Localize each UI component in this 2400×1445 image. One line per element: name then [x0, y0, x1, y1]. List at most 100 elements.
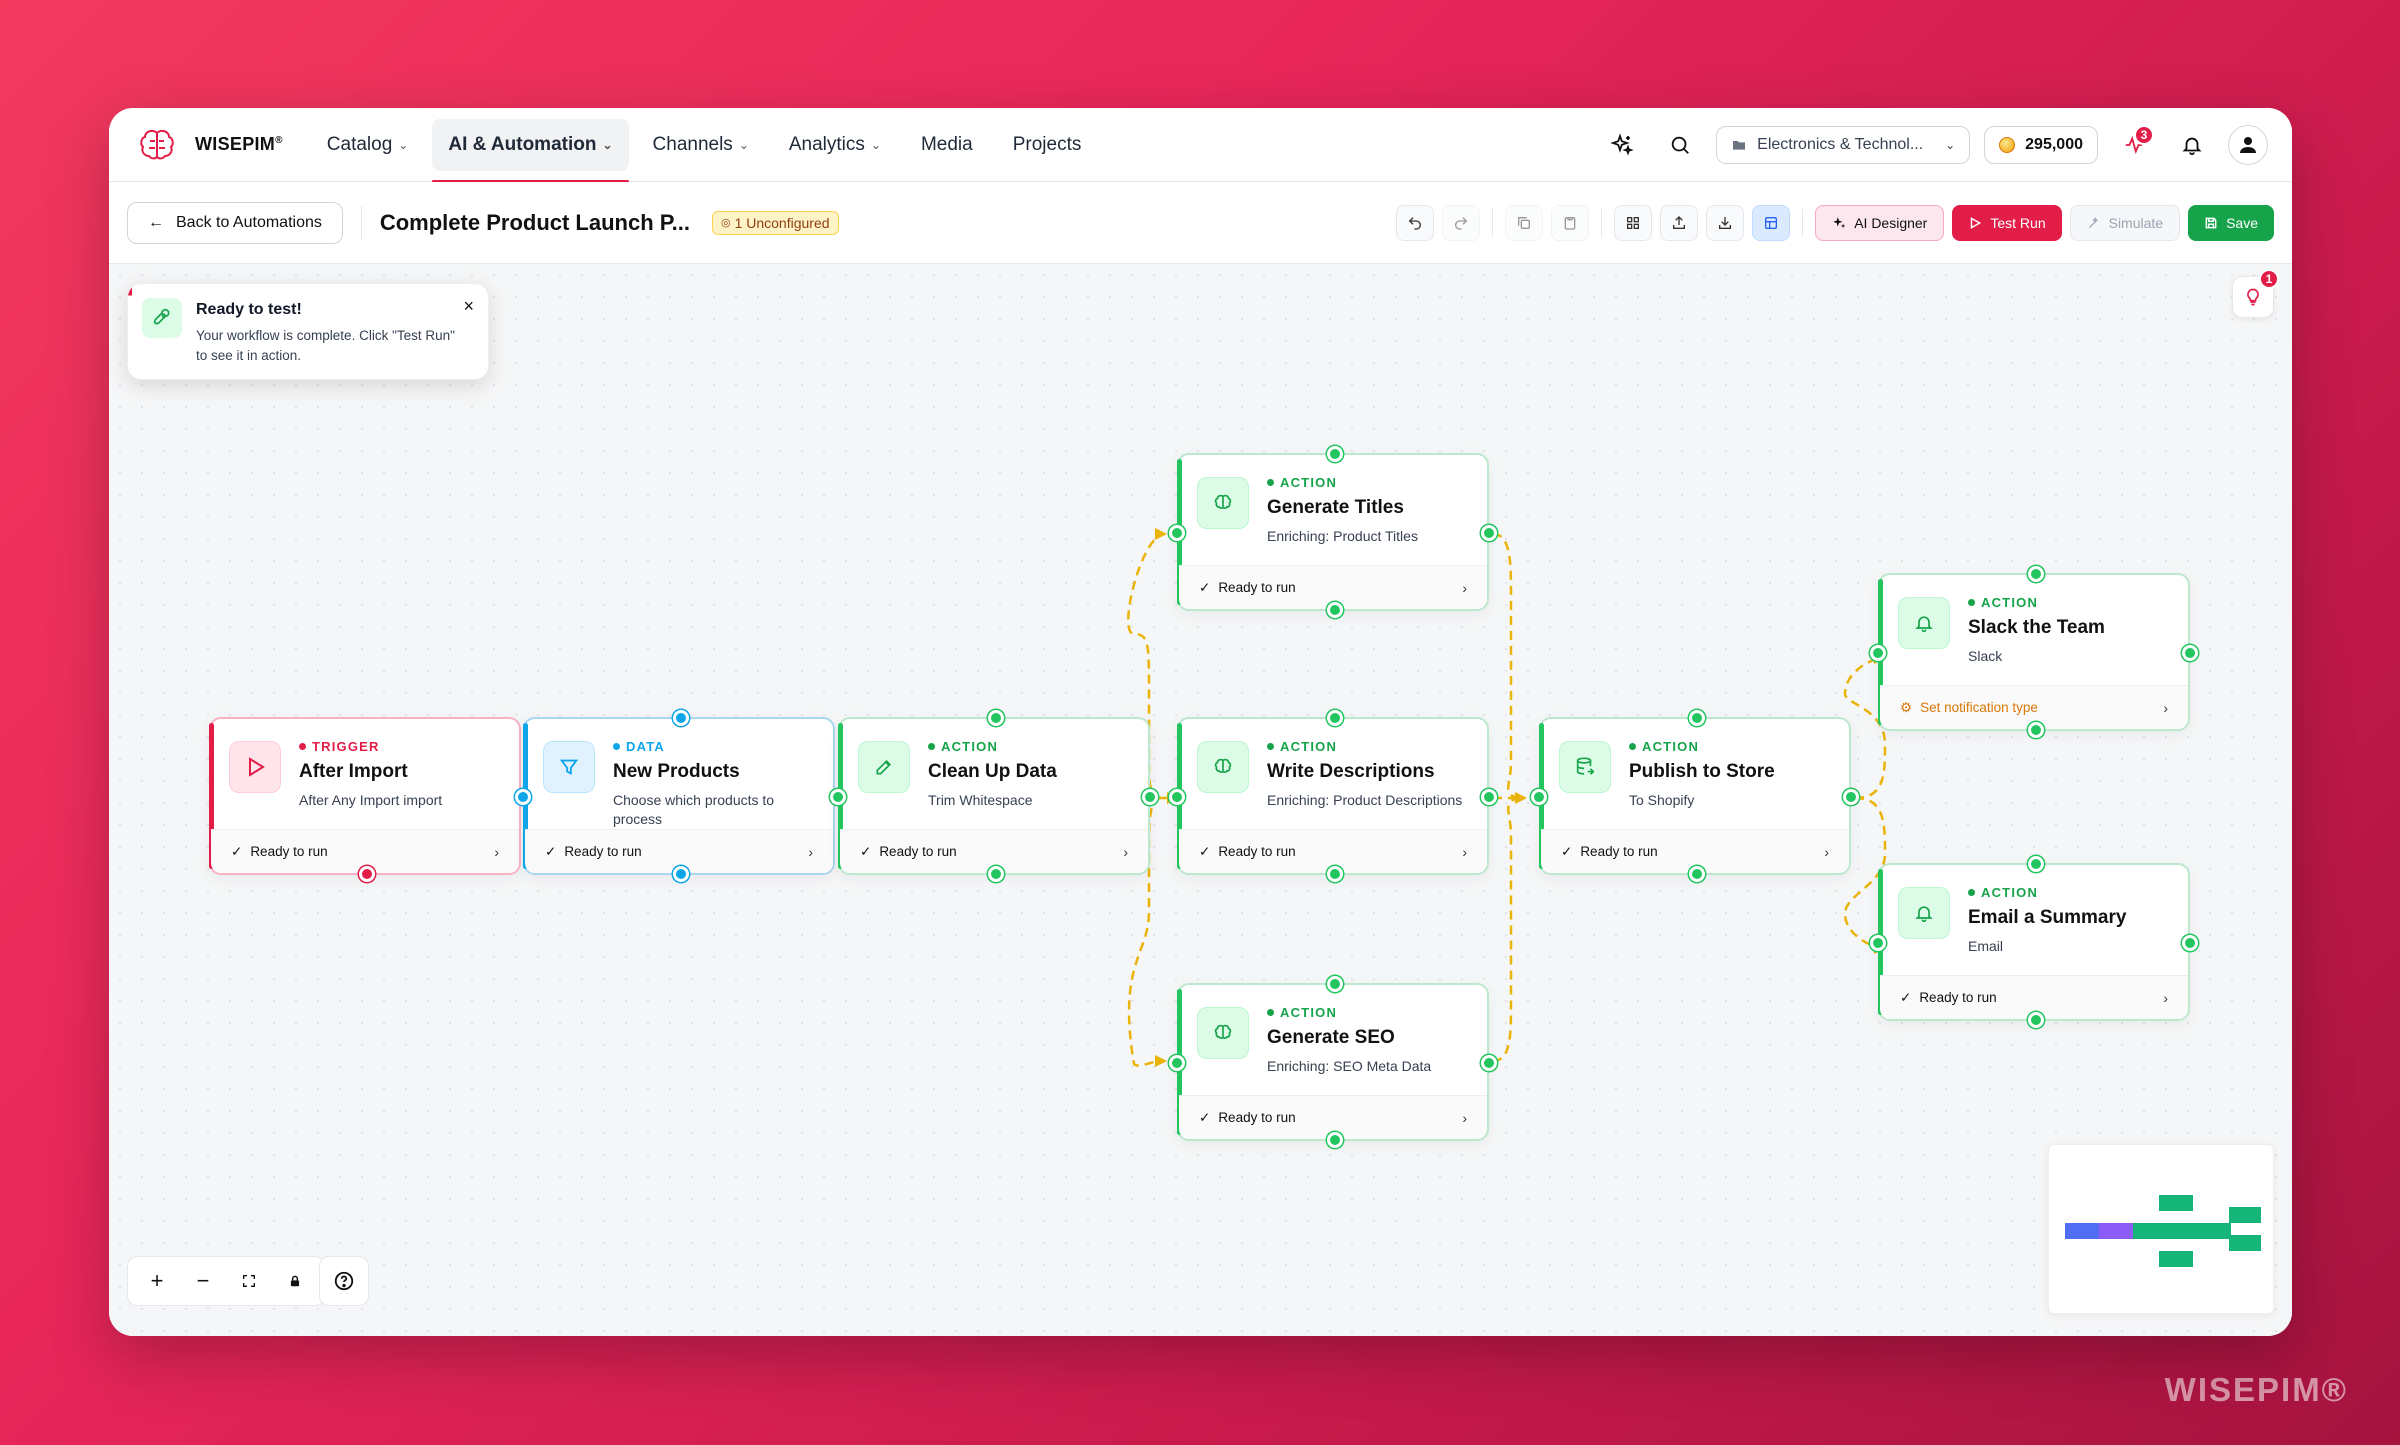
node-slack-the-team[interactable]: ACTION Slack the Team Slack ⚙ Set notific… — [1870, 566, 2198, 738]
layout-button[interactable] — [1752, 205, 1791, 241]
user-avatar[interactable] — [2228, 125, 2268, 165]
output-handle[interactable] — [1481, 1055, 1497, 1071]
zoom-in-button[interactable]: + — [134, 1258, 180, 1304]
app-window: WISEPIM® Catalog ⌄ AI & Automation ⌄ Chann… — [109, 108, 2292, 1336]
bottom-handle[interactable] — [1689, 866, 1705, 882]
chevron-right-icon: › — [2163, 699, 2168, 716]
node-type-label: ACTION — [1267, 475, 1337, 490]
test-run-button[interactable]: Test Run — [1952, 205, 2062, 241]
bottom-handle[interactable] — [1327, 1132, 1343, 1148]
credits-display[interactable]: 295,000 — [1984, 126, 2098, 164]
node-write-descriptions[interactable]: ACTION Write Descriptions Enriching: Pro… — [1169, 710, 1497, 882]
node-generate-seo[interactable]: ACTION Generate SEO Enriching: SEO Meta … — [1169, 976, 1497, 1148]
output-handle[interactable] — [1481, 525, 1497, 541]
node-type-label: TRIGGER — [299, 739, 380, 754]
bottom-handle[interactable] — [2028, 1012, 2044, 1028]
minimap[interactable] — [2048, 1144, 2274, 1314]
input-handle[interactable] — [515, 789, 531, 805]
node-publish-to-store[interactable]: ACTION Publish to Store To Shopify ✓ Read… — [1531, 710, 1859, 882]
chevron-down-icon: ⌄ — [602, 137, 613, 152]
bottom-handle[interactable] — [988, 866, 1004, 882]
node-title: New Products — [613, 761, 740, 782]
export-button[interactable] — [1660, 205, 1699, 241]
back-to-automations-button[interactable]: ← Back to Automations — [127, 201, 343, 244]
node-title: Slack the Team — [1968, 617, 2105, 638]
lock-button[interactable] — [272, 1258, 318, 1304]
nav-media[interactable]: Media — [905, 119, 989, 171]
top-handle[interactable] — [1327, 976, 1343, 992]
input-handle[interactable] — [1169, 525, 1185, 541]
minimap-node — [2099, 1223, 2133, 1239]
node-email-a-summary[interactable]: ACTION Email a Summary Email ✓ Ready to r… — [1870, 856, 2198, 1028]
ai-sparkle-button[interactable] — [1600, 123, 1644, 167]
undo-button[interactable] — [1396, 205, 1435, 241]
paste-button[interactable] — [1551, 205, 1590, 241]
workspace-select[interactable]: Electronics & Technol... ⌄ — [1716, 126, 1971, 164]
node-new-products[interactable]: DATA New Products Choose which products … — [515, 710, 835, 882]
arrow-left-icon: ← — [148, 213, 164, 231]
top-handle[interactable] — [673, 710, 689, 726]
nav-catalog[interactable]: Catalog ⌄ — [311, 119, 425, 171]
top-handle[interactable] — [988, 710, 1004, 726]
undo-icon — [1408, 217, 1422, 230]
search-button[interactable] — [1658, 123, 1702, 167]
output-handle[interactable] — [2182, 935, 2198, 951]
zoom-out-button[interactable]: − — [180, 1258, 226, 1304]
top-handle[interactable] — [2028, 856, 2044, 872]
bottom-handle[interactable] — [1327, 602, 1343, 618]
input-handle[interactable] — [830, 789, 846, 805]
output-handle[interactable] — [1142, 789, 1158, 805]
copy-button[interactable] — [1505, 205, 1544, 241]
node-title: Clean Up Data — [928, 761, 1057, 782]
nav-ai-automation[interactable]: AI & Automation ⌄ — [432, 118, 629, 183]
templates-button[interactable] — [1614, 205, 1653, 241]
input-handle[interactable] — [1169, 1055, 1185, 1071]
node-after-import[interactable]: TRIGGER After Import After Any Import im… — [209, 717, 521, 882]
bell-icon — [1898, 597, 1950, 649]
logo[interactable]: WISEPIM® — [137, 125, 283, 165]
nav-channels[interactable]: Channels ⌄ — [637, 119, 765, 171]
ai-designer-button[interactable]: AI Designer — [1815, 205, 1945, 241]
input-handle[interactable] — [1531, 789, 1547, 805]
node-subtitle: Slack — [1968, 648, 2003, 664]
input-handle[interactable] — [1870, 645, 1886, 661]
help-button[interactable] — [319, 1256, 369, 1306]
input-handle[interactable] — [1169, 789, 1185, 805]
output-handle[interactable] — [359, 866, 375, 882]
node-clean-up-data[interactable]: ACTION Clean Up Data Trim Whitespace ✓ Re… — [830, 710, 1158, 882]
edge-seo-to-publish — [1492, 796, 1526, 1063]
chevron-down-icon: ⌄ — [738, 137, 749, 152]
bottom-handle[interactable] — [1327, 866, 1343, 882]
minimap-node — [2197, 1223, 2231, 1239]
top-handle[interactable] — [1327, 446, 1343, 462]
hints-button[interactable]: 1 — [2232, 269, 2279, 318]
import-button[interactable] — [1706, 205, 1745, 241]
top-handle[interactable] — [2028, 566, 2044, 582]
workflow-canvas[interactable]: Ready to test! Your workflow is complete… — [109, 264, 2292, 1336]
top-handle[interactable] — [1327, 710, 1343, 726]
fit-view-button[interactable] — [226, 1258, 272, 1304]
workflow-title[interactable]: Complete Product Launch P... — [380, 210, 690, 236]
check-icon: ✓ — [1199, 579, 1211, 595]
unconfigured-badge[interactable]: ◎ 1 Unconfigured — [711, 210, 839, 235]
rocket-icon — [142, 298, 182, 338]
output-handle[interactable] — [1481, 789, 1497, 805]
node-generate-titles[interactable]: ACTION Generate Titles Enriching: Produc… — [1169, 446, 1497, 618]
simulate-button[interactable]: Simulate — [2069, 205, 2181, 241]
bottom-handle[interactable] — [673, 866, 689, 882]
input-handle[interactable] — [1870, 935, 1886, 951]
close-icon[interactable]: × — [463, 296, 474, 317]
nav-projects[interactable]: Projects — [997, 119, 1098, 171]
activity-button[interactable]: 3 — [2112, 123, 2156, 167]
lock-icon — [290, 1275, 300, 1287]
output-handle[interactable] — [2182, 645, 2198, 661]
top-handle[interactable] — [1689, 710, 1705, 726]
brand-name: WISEPIM® — [195, 134, 283, 154]
redo-button[interactable] — [1442, 205, 1481, 241]
notifications-button[interactable] — [2170, 123, 2214, 167]
nav-analytics[interactable]: Analytics ⌄ — [773, 119, 897, 171]
check-icon: ✓ — [1900, 989, 1912, 1005]
output-handle[interactable] — [1843, 789, 1859, 805]
save-button[interactable]: Save — [2188, 205, 2274, 241]
bottom-handle[interactable] — [2028, 722, 2044, 738]
